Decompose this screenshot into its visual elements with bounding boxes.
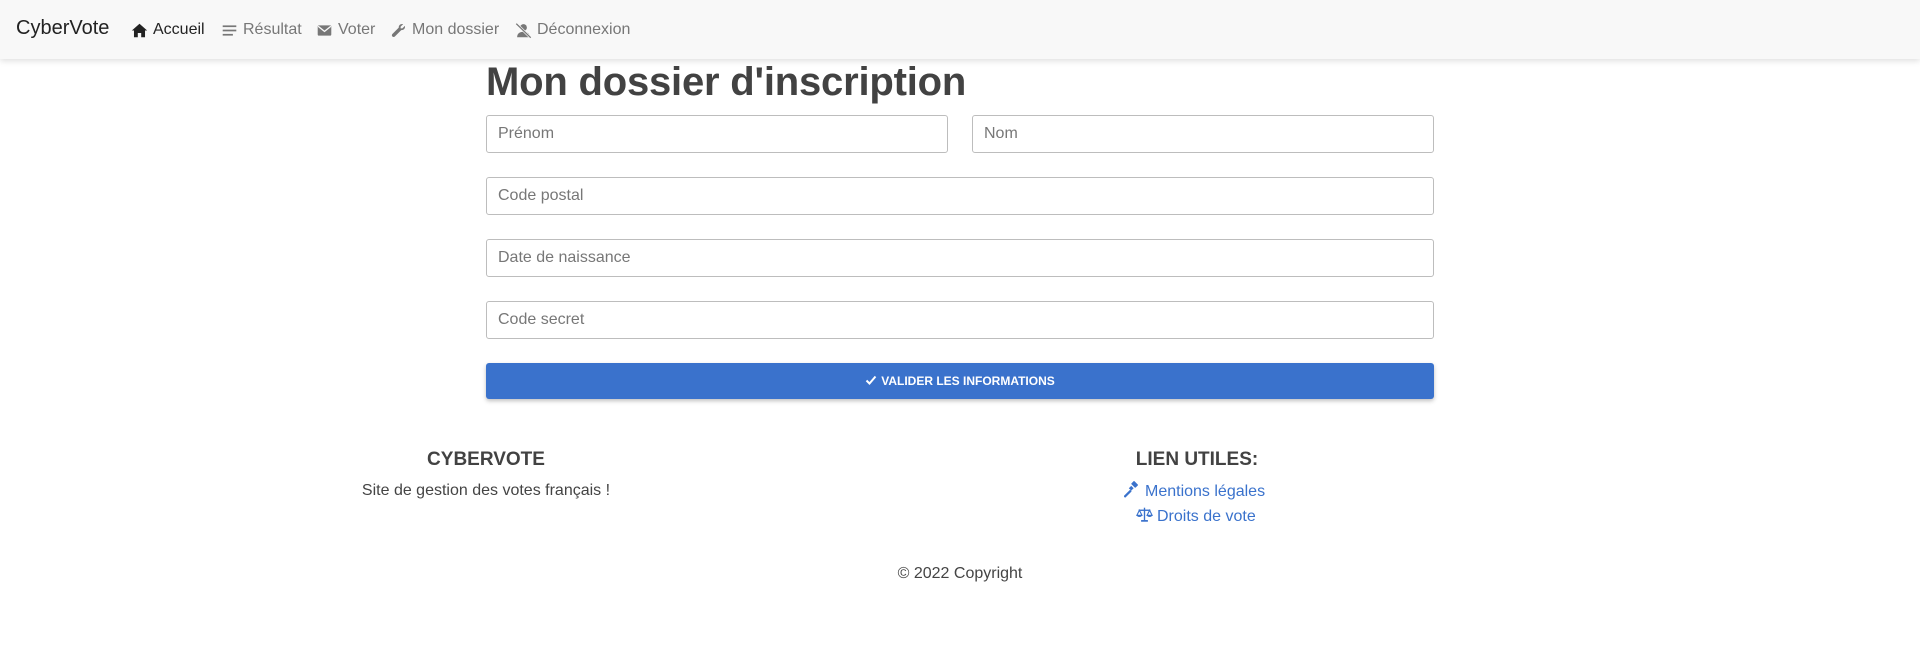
nav-item-accueil[interactable]: Accueil [131, 19, 205, 41]
navbar: CyberVote Accueil Résultat Voter Mon dos… [0, 0, 1920, 59]
nav-item-voter[interactable]: Voter [316, 19, 375, 41]
user-slash-icon [515, 22, 532, 39]
link-droits-de-vote[interactable]: Droits de vote [1135, 506, 1256, 528]
page-title: Mon dossier d'inscription [486, 60, 967, 104]
gavel-icon [1123, 481, 1141, 503]
footer-about-heading: CYBERVOTE [427, 449, 545, 470]
brand-logo[interactable]: CyberVote [16, 17, 109, 40]
secret-code-input[interactable] [486, 301, 1434, 339]
check-icon [865, 374, 877, 389]
nav-item-label: Déconnexion [537, 21, 631, 38]
nav-item-mon-dossier[interactable]: Mon dossier [390, 19, 499, 41]
home-icon [131, 22, 148, 39]
copyright: © 2022 Copyright [897, 565, 1023, 582]
nav-item-label: Résultat [243, 21, 302, 38]
nav-item-label: Mon dossier [412, 21, 500, 38]
footer-about-text: Site de gestion des votes français ! [361, 482, 611, 499]
link-label: Mentions légales [1145, 483, 1266, 500]
list-icon [221, 22, 238, 39]
nav-item-label: Voter [338, 21, 376, 38]
footer-links-heading: LIEN UTILES: [1135, 449, 1259, 470]
postal-code-input[interactable] [486, 177, 1434, 215]
nav-item-deconnexion[interactable]: Déconnexion [515, 19, 630, 41]
nav-item-resultat[interactable]: Résultat [221, 19, 302, 41]
link-label: Droits de vote [1157, 508, 1256, 525]
nav-item-label: Accueil [153, 21, 205, 38]
link-mentions-legales[interactable]: Mentions légales [1123, 481, 1266, 503]
firstname-input[interactable] [486, 115, 948, 153]
wrench-icon [390, 22, 407, 39]
submit-button[interactable]: VALIDER LES INFORMATIONS [486, 363, 1434, 399]
lastname-input[interactable] [972, 115, 1434, 153]
birth-date-input[interactable] [486, 239, 1434, 277]
submit-button-label: VALIDER LES INFORMATIONS [881, 374, 1055, 388]
balance-scale-icon [1135, 506, 1154, 528]
envelope-icon [316, 22, 333, 39]
